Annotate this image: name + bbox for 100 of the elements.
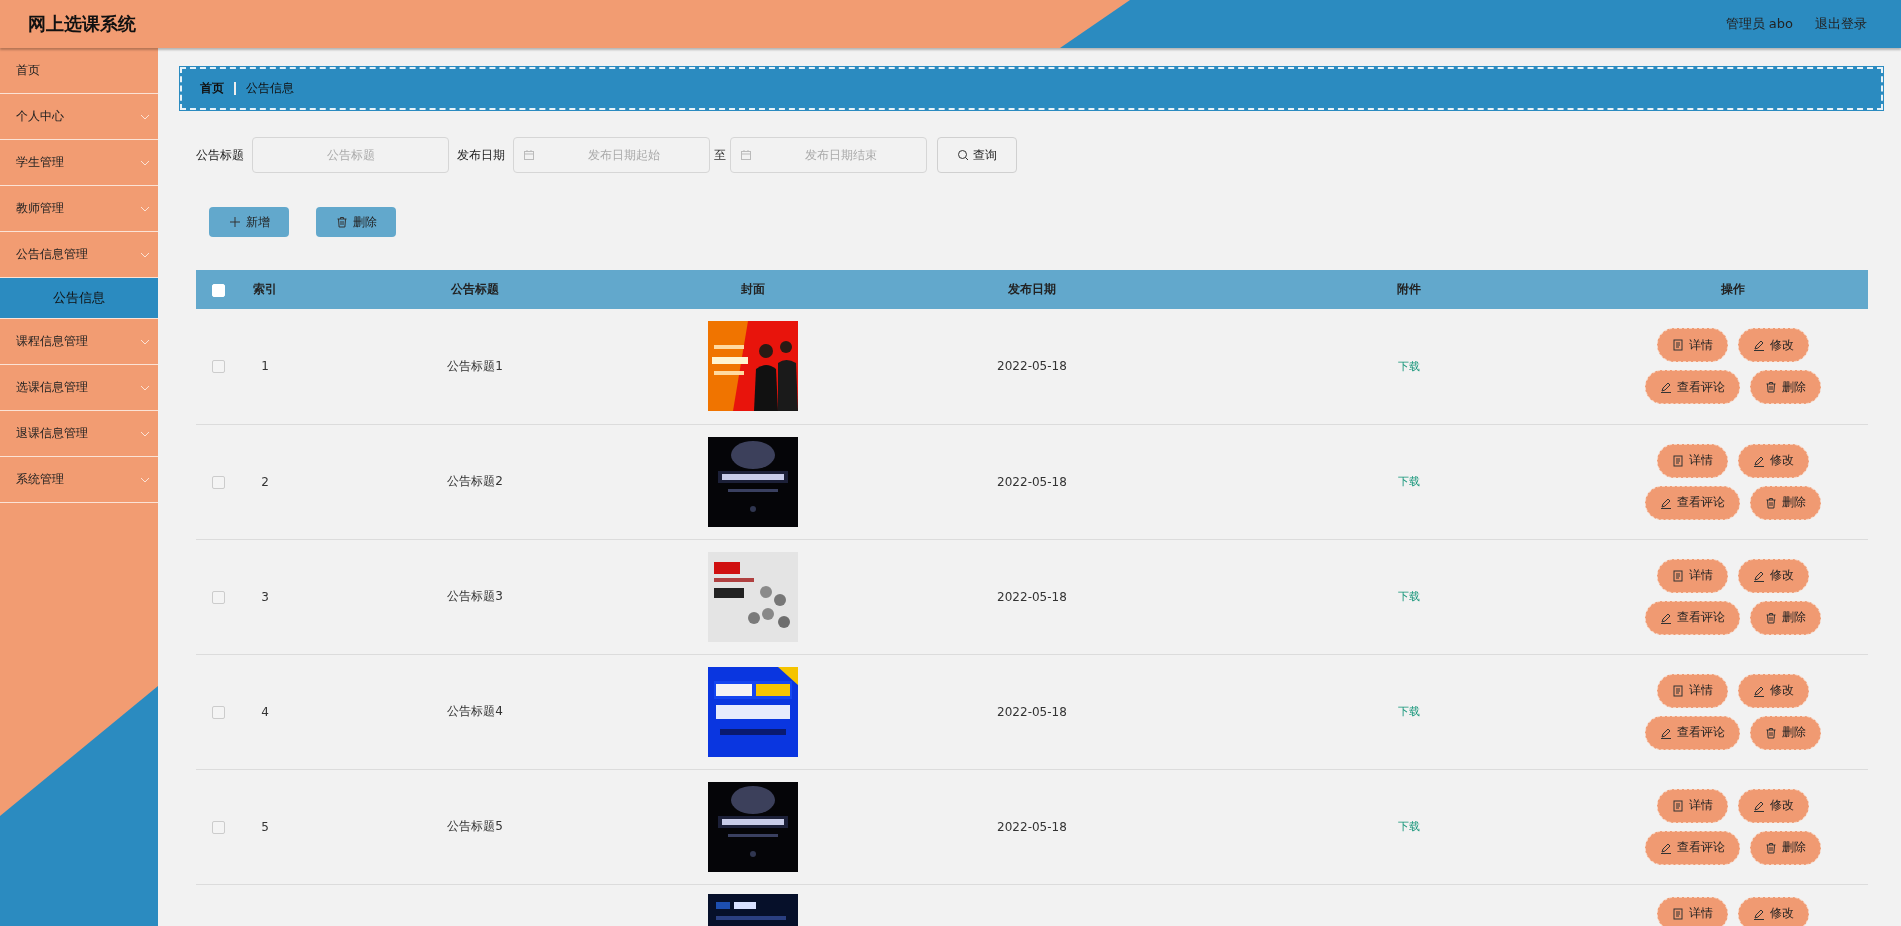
chevron-down-icon [140, 430, 150, 437]
document-icon [1672, 569, 1685, 582]
sidebar-item[interactable]: 系统管理 [0, 457, 158, 503]
column-header: 操作 [1721, 282, 1746, 296]
comments-button[interactable]: 查看评论 [1645, 830, 1741, 865]
row-checkbox[interactable] [211, 475, 225, 489]
table-cell: 2022-05-18 [997, 359, 1067, 374]
pencil-icon [1753, 454, 1766, 467]
breadcrumb-link[interactable]: 首页 [200, 80, 224, 97]
row-checkbox[interactable] [211, 705, 225, 719]
row-checkbox[interactable] [211, 820, 225, 834]
table-cell: 5 [261, 819, 269, 834]
document-icon [1672, 799, 1685, 812]
document-icon [1672, 339, 1685, 352]
field-label: 公告标题 [196, 146, 244, 164]
trash-icon [335, 216, 348, 228]
sidebar-item[interactable]: 个人中心 [0, 94, 158, 140]
download-link[interactable]: 下载 [1397, 820, 1420, 833]
download-link[interactable]: 下载 [1397, 359, 1420, 373]
add-button[interactable]: 新增 [209, 207, 289, 237]
table-cell: 公告标题4 [447, 704, 503, 718]
table-cell: 公告标题3 [447, 589, 503, 603]
details-button[interactable]: 详情 [1657, 558, 1729, 593]
details-button[interactable]: 详情 [1657, 328, 1729, 363]
edit-button[interactable]: 修改 [1738, 788, 1810, 823]
select-all-checkbox[interactable] [211, 283, 225, 297]
date-field[interactable]: 发布日期结束 [730, 137, 927, 173]
table-cell: 2 [261, 474, 269, 489]
pencil-icon [1753, 907, 1766, 920]
range-separator: 至 [714, 146, 726, 164]
search-field[interactable]: 公告标题 [252, 137, 449, 173]
field-label: 发布日期 [457, 146, 505, 164]
chevron-down-icon [140, 384, 150, 391]
calendar-icon [740, 149, 752, 161]
table-cell: 4 [261, 704, 269, 719]
delete-button[interactable]: 删除 [316, 207, 396, 237]
download-link[interactable]: 下载 [1397, 590, 1420, 603]
search-icon [957, 149, 969, 161]
chevron-down-icon [140, 159, 150, 166]
details-button[interactable]: 详情 [1657, 673, 1729, 708]
delete-button[interactable]: 删除 [1750, 370, 1822, 405]
sidebar-item[interactable]: 首页 [0, 48, 158, 94]
document-icon [1672, 907, 1685, 920]
delete-button[interactable]: 删除 [1750, 830, 1822, 865]
document-icon [1672, 454, 1685, 467]
column-header: 公告标题 [451, 282, 500, 296]
table-cell: 公告标题1 [447, 358, 503, 373]
comments-button[interactable]: 查看评论 [1645, 370, 1741, 405]
pencil-icon [1753, 339, 1766, 352]
table-cell: 公告标题2 [447, 474, 503, 488]
download-link[interactable]: 下载 [1397, 705, 1420, 718]
sidebar-item[interactable]: 选课信息管理 [0, 365, 158, 411]
pencil-icon [1753, 684, 1766, 697]
logout-link[interactable]: 退出登录 [1815, 15, 1867, 33]
details-button[interactable]: 详情 [1657, 788, 1729, 823]
edit-button[interactable]: 修改 [1738, 328, 1810, 363]
delete-button[interactable]: 删除 [1750, 600, 1822, 635]
pencil-icon [1660, 611, 1673, 624]
table-cell: 2022-05-18 [997, 819, 1067, 834]
row-checkbox[interactable] [211, 360, 225, 374]
comments-button[interactable]: 查看评论 [1645, 485, 1741, 520]
edit-button[interactable]: 修改 [1738, 673, 1810, 708]
table-cell: 1 [261, 359, 269, 374]
trash-icon [1765, 381, 1778, 394]
chevron-down-icon [140, 113, 150, 120]
comments-button[interactable]: 查看评论 [1645, 600, 1741, 635]
table-cell: 3 [261, 589, 269, 604]
comments-button[interactable]: 查看评论 [1645, 715, 1741, 750]
chevron-down-icon [140, 205, 150, 212]
table-cell: 2022-05-18 [997, 589, 1067, 604]
column-header: 附件 [1396, 282, 1421, 296]
download-link[interactable]: 下载 [1397, 475, 1420, 488]
column-header: 索引 [253, 282, 277, 296]
chevron-down-icon [140, 476, 150, 483]
trash-icon [1765, 496, 1778, 509]
pencil-icon [1660, 841, 1673, 854]
chevron-down-icon [140, 251, 150, 258]
sidebar-item[interactable]: 学生管理 [0, 140, 158, 186]
sidebar-item[interactable]: 课程信息管理 [0, 319, 158, 365]
details-button[interactable]: 详情 [1657, 443, 1729, 478]
row-checkbox[interactable] [211, 590, 225, 604]
pencil-icon [1660, 726, 1673, 739]
sidebar-item[interactable]: 退课信息管理 [0, 411, 158, 457]
column-header: 封面 [740, 282, 765, 296]
edit-button[interactable]: 修改 [1738, 896, 1810, 926]
user-label: 管理员 abo [1725, 15, 1793, 33]
details-button[interactable]: 详情 [1657, 896, 1729, 926]
edit-button[interactable]: 修改 [1738, 558, 1810, 593]
table-cell: 2022-05-18 [997, 474, 1067, 489]
delete-button[interactable]: 删除 [1750, 715, 1822, 750]
pencil-icon [1660, 496, 1673, 509]
date-field[interactable]: 发布日期起始 [513, 137, 710, 173]
pencil-icon [1753, 799, 1766, 812]
document-icon [1672, 684, 1685, 697]
search-button[interactable]: 查询 [937, 137, 1017, 173]
delete-button[interactable]: 删除 [1750, 485, 1822, 520]
app-title: 网上选课系统 [28, 12, 136, 36]
sidebar-item[interactable]: 教师管理 [0, 186, 158, 232]
edit-button[interactable]: 修改 [1738, 443, 1810, 478]
sidebar-subitem[interactable]: 公告信息 [0, 278, 158, 319]
